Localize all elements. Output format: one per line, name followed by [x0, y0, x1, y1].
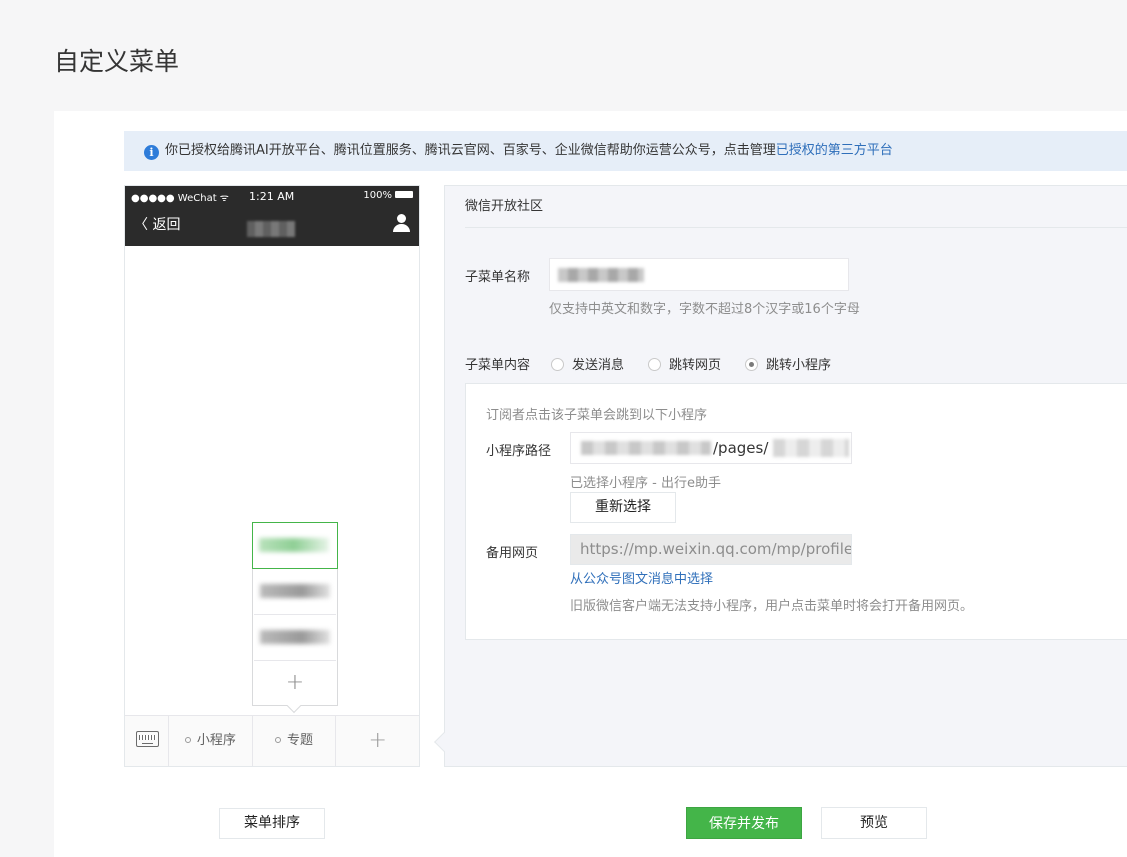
page-title: 自定义菜单 — [54, 47, 180, 76]
radio-jump-webpage[interactable]: 跳转网页 — [648, 354, 721, 373]
backup-hint: 旧版微信客户端无法支持小程序，用户点击菜单时将会打开备用网页。 — [570, 599, 974, 614]
status-carrier: ●●●●● WeChat ᯤ — [131, 193, 229, 204]
back-button: 〈 返回 — [134, 217, 181, 233]
menu-editor-panel: 微信开放社区 子菜单名称 仅支持中英文和数字，字数不超过8个汉字或16个字母 子… — [444, 185, 1127, 767]
submenu-dot-icon — [275, 737, 281, 743]
editor-header: 微信开放社区 — [465, 186, 1127, 228]
path-prefix-redacted — [581, 441, 711, 455]
selected-miniprogram-text: 已选择小程序 - 出行e助手 — [570, 476, 721, 491]
phone-header: ●●●●● WeChat ᯤ 1:21 AM 100% 〈 返回 — [125, 186, 419, 246]
menu-item-topic[interactable]: 专题 — [253, 716, 337, 766]
radio-label: 跳转网页 — [669, 358, 722, 373]
backup-label: 备用网页 — [486, 546, 539, 561]
phone-bottom-menu: 小程序 专题 + — [125, 715, 419, 766]
choose-from-articles-link[interactable]: 从公众号图文消息中选择 — [570, 568, 713, 587]
account-name-redacted — [247, 221, 295, 237]
radio-label: 跳转小程序 — [766, 358, 832, 373]
battery-icon — [395, 191, 413, 198]
sub-menu-item[interactable] — [254, 615, 336, 661]
path-visible-text: /pages/ — [713, 439, 769, 457]
auth-notice: i 你已授权给腾讯AI开放平台、腾讯位置服务、腾讯云官网、百家号、企业微信帮助你运… — [124, 131, 1127, 171]
box-description: 订阅者点击该子菜单会跳到以下小程序 — [486, 408, 708, 423]
radio-jump-miniprogram[interactable]: 跳转小程序 — [745, 354, 831, 373]
save-publish-button[interactable]: 保存并发布 — [686, 807, 802, 839]
menu-item-label: 专题 — [287, 733, 314, 748]
notice-text: 你已授权给腾讯AI开放平台、腾讯位置服务、腾讯云官网、百家号、企业微信帮助你运营… — [165, 143, 776, 158]
keyboard-toggle[interactable] — [125, 716, 169, 766]
add-menu-button[interactable]: + — [336, 716, 419, 766]
status-battery: 100% — [363, 190, 413, 201]
third-party-link[interactable]: 已授权的第三方平台 — [776, 143, 893, 158]
menu-sort-button[interactable]: 菜单排序 — [219, 808, 325, 839]
sub-menu-name-input[interactable] — [549, 258, 849, 291]
sub-menu-item-selected[interactable] — [252, 522, 338, 569]
battery-text: 100% — [363, 190, 392, 201]
submenu-dot-icon — [184, 737, 191, 743]
keyboard-icon — [136, 731, 159, 747]
backup-url-input[interactable]: https://mp.weixin.qq.com/mp/profile_e — [570, 534, 852, 565]
path-label: 小程序路径 — [486, 444, 552, 459]
radio-circle-checked — [745, 358, 758, 371]
menu-item-label: 小程序 — [196, 733, 236, 748]
name-hint: 仅支持中英文和数字，字数不超过8个汉字或16个字母 — [549, 302, 860, 317]
preview-button[interactable]: 预览 — [821, 807, 927, 839]
path-suffix-redacted — [773, 439, 849, 457]
name-value-redacted — [558, 268, 644, 282]
sub-menu-list: + — [252, 522, 338, 714]
miniprogram-path-input[interactable]: /pages/ — [570, 432, 852, 464]
menu-item-miniprogram[interactable]: 小程序 — [169, 716, 253, 766]
radio-label: 发送消息 — [572, 358, 625, 373]
status-bar: ●●●●● WeChat ᯤ 1:21 AM 100% — [125, 190, 419, 204]
content-label: 子菜单内容 — [465, 358, 531, 373]
radio-send-message[interactable]: 发送消息 — [551, 354, 624, 373]
radio-circle — [551, 358, 564, 371]
sub-menu-label-redacted — [259, 538, 329, 552]
phone-preview: ●●●●● WeChat ᯤ 1:21 AM 100% 〈 返回 + 小程序 专… — [124, 185, 420, 767]
status-time: 1:21 AM — [249, 190, 295, 203]
add-sub-menu-button[interactable]: + — [253, 661, 337, 705]
sub-menu-label-redacted — [260, 584, 330, 598]
sub-menu-label-redacted — [260, 630, 330, 644]
name-label: 子菜单名称 — [465, 270, 531, 285]
sub-menu-item[interactable] — [254, 569, 336, 615]
radio-circle — [648, 358, 661, 371]
user-icon — [393, 214, 410, 232]
miniprogram-settings-box: 订阅者点击该子菜单会跳到以下小程序 小程序路径 /pages/ 已选择小程序 -… — [465, 383, 1127, 640]
info-icon: i — [144, 145, 159, 160]
reselect-button[interactable]: 重新选择 — [570, 492, 676, 523]
